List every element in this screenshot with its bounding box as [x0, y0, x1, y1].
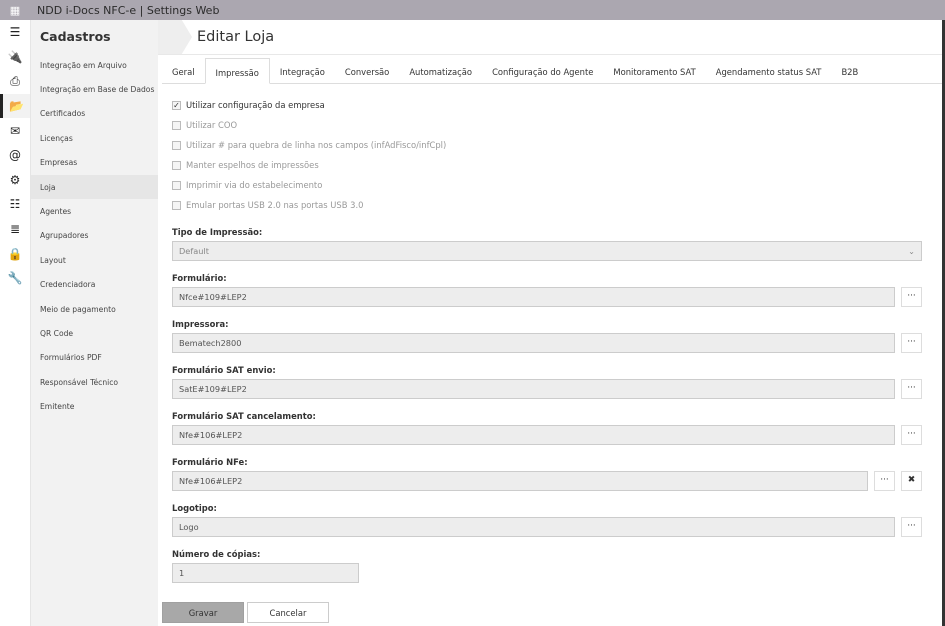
gear-icon[interactable]: ⚙ — [0, 168, 30, 193]
printer-icon[interactable]: ⎙ — [0, 69, 30, 94]
checkbox-row[interactable]: Utilizar # para quebra de linha nos camp… — [172, 135, 922, 155]
field-label: Formulário: — [172, 273, 227, 283]
save-button[interactable]: Gravar — [162, 602, 244, 623]
at-icon[interactable]: @ — [0, 143, 30, 168]
clear-button[interactable]: ✖ — [901, 471, 922, 491]
tab-bar: Geral Impressão Integração Conversão Automat… — [162, 58, 942, 84]
checkbox-label: Utilizar COO — [186, 120, 238, 130]
field-input[interactable]: Nfe#106#LEP2 — [172, 471, 868, 491]
field-input[interactable]: Nfe#106#LEP2 — [172, 425, 895, 445]
checkbox-label: Emular portas USB 2.0 nas portas USB 3.0 — [186, 200, 364, 210]
browse-button[interactable]: ··· — [874, 471, 895, 491]
tab[interactable]: B2B — [831, 58, 868, 84]
tab[interactable]: Geral — [162, 58, 205, 84]
title-bar: ▦ NDD i-Docs NFC-e | Settings Web — [0, 0, 945, 20]
checkbox[interactable] — [172, 200, 181, 210]
sidebar-item[interactable]: Formulários PDF — [31, 346, 158, 370]
tab[interactable]: Configuração do Agente — [482, 58, 603, 84]
wrench-icon[interactable]: 🔧 — [0, 266, 30, 291]
checkbox-label: Utilizar # para quebra de linha nos camp… — [186, 140, 447, 150]
field-input[interactable]: Logo — [172, 517, 895, 537]
tipo-impressao-select[interactable]: Default ⌄ — [172, 241, 922, 261]
field-label: Impressora: — [172, 319, 229, 329]
main-content: Editar Loja Geral Impressão Integração Conv… — [158, 20, 942, 626]
checkbox-label: Manter espelhos de impressões — [186, 160, 319, 170]
field-input[interactable]: Bematech2800 — [172, 333, 895, 353]
icon-rail: ☰ 🔌 ⎙ 📂 ✉ @ ⚙ ☷ ≣ 🔒 🔧 — [0, 20, 31, 626]
checkbox[interactable]: ✓ — [172, 100, 181, 110]
field-input[interactable]: Nfce#109#LEP2 — [172, 287, 895, 307]
plug-icon[interactable]: 🔌 — [0, 45, 30, 70]
copias-label: Número de cópias: — [172, 549, 261, 559]
checkbox-row[interactable]: Manter espelhos de impressões — [172, 155, 922, 175]
sidebar: Cadastros Integração em Arquivo Integraçã… — [31, 20, 158, 626]
checkbox-row[interactable]: Utilizar COO — [172, 115, 922, 135]
sidebar-item[interactable]: Agrupadores — [31, 224, 158, 248]
folder-open-icon[interactable]: 📂 — [0, 93, 30, 119]
field-label: Formulário SAT envio: — [172, 365, 276, 375]
tipo-impressao-value: Default — [179, 246, 209, 256]
print-settings-form: ✓ Utilizar configuração da empresa Utiliza… — [172, 95, 922, 583]
checkbox-label: Imprimir via do estabelecimento — [186, 180, 323, 190]
chevron-down-icon: ⌄ — [908, 246, 915, 256]
sidebar-item[interactable]: Certificados — [31, 102, 158, 126]
menu-icon[interactable]: ☰ — [0, 20, 30, 45]
sidebar-item[interactable]: Credenciadora — [31, 273, 158, 297]
checkbox-row[interactable]: ✓ Utilizar configuração da empresa — [172, 95, 922, 115]
tab[interactable]: Impressão — [204, 58, 270, 84]
sidebar-item[interactable]: Loja — [31, 174, 158, 200]
sidebar-item[interactable]: Meio de pagamento — [31, 297, 158, 321]
apps-grid-icon[interactable]: ▦ — [0, 4, 30, 17]
app-title: NDD i-Docs NFC-e | Settings Web — [37, 3, 220, 17]
checkbox[interactable] — [172, 160, 181, 170]
checkbox[interactable] — [172, 180, 181, 190]
sidebar-title: Cadastros — [40, 29, 111, 44]
checkbox[interactable] — [172, 140, 181, 150]
sidebar-item[interactable]: Agentes — [31, 199, 158, 223]
field-input[interactable]: SatE#109#LEP2 — [172, 379, 895, 399]
page-header: Editar Loja — [158, 20, 942, 55]
lock-icon[interactable]: 🔒 — [0, 241, 30, 266]
browse-button[interactable]: ··· — [901, 517, 922, 537]
checkbox-row[interactable]: Emular portas USB 2.0 nas portas USB 3.0 — [172, 195, 922, 215]
tab[interactable]: Integração — [270, 58, 335, 84]
checkbox-label: Utilizar configuração da empresa — [186, 100, 325, 110]
sidebar-item[interactable]: Integração em Arquivo — [31, 53, 158, 77]
browse-button[interactable]: ··· — [901, 333, 922, 353]
browse-button[interactable]: ··· — [901, 287, 922, 307]
copias-input[interactable]: 1 — [172, 563, 359, 583]
sidebar-item[interactable]: Layout — [31, 248, 158, 272]
sidebar-item[interactable]: Empresas — [31, 151, 158, 175]
tipo-impressao-label: Tipo de Impressão: — [172, 227, 263, 237]
sidebar-item[interactable]: Integração em Base de Dados — [31, 77, 158, 101]
page-title: Editar Loja — [197, 29, 275, 45]
sidebar-item[interactable]: Responsável Técnico — [31, 370, 158, 394]
tab[interactable]: Agendamento status SAT — [706, 58, 832, 84]
browse-button[interactable]: ··· — [901, 379, 922, 399]
cart-icon — [158, 20, 192, 54]
browse-button[interactable]: ··· — [901, 425, 922, 445]
sidebar-item[interactable]: QR Code — [31, 321, 158, 345]
cancel-button[interactable]: Cancelar — [247, 602, 329, 623]
field-label: Formulário NFe: — [172, 457, 248, 467]
checkbox-row[interactable]: Imprimir via do estabelecimento — [172, 175, 922, 195]
checkbox[interactable] — [172, 120, 181, 130]
sliders-icon[interactable]: ☷ — [0, 192, 30, 217]
field-label: Formulário SAT cancelamento: — [172, 411, 316, 421]
server-icon[interactable]: ≣ — [0, 217, 30, 242]
envelope-icon[interactable]: ✉ — [0, 118, 30, 143]
sidebar-item[interactable]: Emitente — [31, 394, 158, 418]
sidebar-item[interactable]: Licenças — [31, 126, 158, 150]
tab[interactable]: Automatização — [399, 58, 482, 84]
field-label: Logotipo: — [172, 503, 217, 513]
tab[interactable]: Monitoramento SAT — [603, 58, 705, 84]
tab[interactable]: Conversão — [335, 58, 399, 84]
